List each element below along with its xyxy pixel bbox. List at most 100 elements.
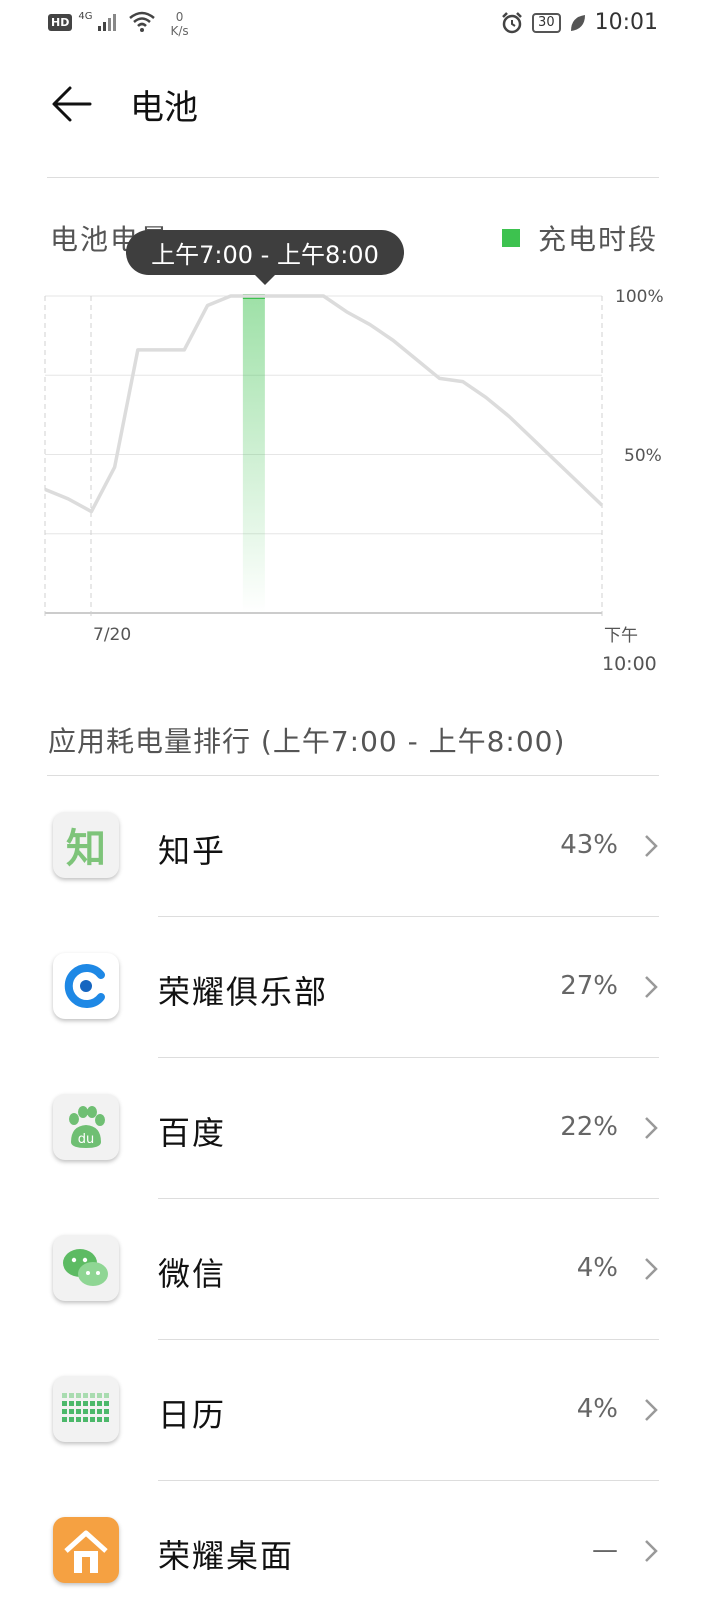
app-usage-list: 知 知乎 43% 荣耀俱乐部 27% du 百度 22% 微信 4% 日历 4%… <box>0 776 720 1622</box>
calendar-cell <box>76 1393 81 1398</box>
calendar-cell <box>97 1417 102 1422</box>
app-usage-item-baidu[interactable]: du 百度 22% <box>0 1058 720 1199</box>
honor-club-icon <box>53 953 119 1019</box>
battery-indicator: 30 <box>532 12 561 33</box>
calendar-cell <box>76 1417 81 1422</box>
chevron-right-icon <box>645 835 658 857</box>
status-bar: HD 4G 0 K/s 30 10:01 <box>0 0 720 48</box>
app-name: 知乎 <box>158 832 227 870</box>
app-usage-item-honor-club[interactable]: 荣耀俱乐部 27% <box>0 917 720 1058</box>
app-name: 荣耀俱乐部 <box>158 973 329 1011</box>
app-percent: 4% <box>576 1394 618 1424</box>
calendar-cell <box>90 1393 95 1398</box>
app-usage-item-calendar[interactable]: 日历 4% <box>0 1340 720 1481</box>
wechat-logo <box>63 1249 108 1286</box>
app-usage-item-honor-home[interactable]: 荣耀桌面 — <box>0 1481 720 1622</box>
calendar-cell <box>90 1401 95 1406</box>
header-divider <box>47 177 659 178</box>
hd-badge: HD <box>48 14 73 31</box>
net-speed: 0 K/s <box>170 10 188 38</box>
house-logo <box>64 1530 108 1573</box>
app-percent: — <box>592 1535 618 1565</box>
x-end-label-line1: 下午 <box>604 626 638 646</box>
calendar-cell <box>69 1393 74 1398</box>
calendar-cell <box>76 1401 81 1406</box>
chevron-right-icon <box>645 1540 658 1562</box>
back-arrow-icon[interactable] <box>50 82 94 126</box>
calendar-cell <box>62 1401 67 1406</box>
app-name: 荣耀桌面 <box>158 1537 295 1575</box>
app-usage-item-zhihu[interactable]: 知 知乎 43% <box>0 776 720 917</box>
app-percent: 43% <box>560 830 618 860</box>
calendar-cell <box>90 1409 95 1414</box>
battery-level-chart[interactable]: 100% 50% 7/20 下午 10:00 <box>0 280 720 680</box>
status-left: HD 4G 0 K/s <box>48 10 189 38</box>
calendar-cell <box>69 1417 74 1422</box>
chevron-right-icon <box>645 1258 658 1280</box>
alarm-icon <box>502 11 522 33</box>
y-tick-label-50: 50% <box>624 446 662 466</box>
calendar-cell <box>83 1401 88 1406</box>
chart-tooltip: 上午7:00 - 上午8:00 <box>126 230 404 285</box>
baidu-icon: du <box>53 1094 119 1160</box>
app-usage-item-wechat[interactable]: 微信 4% <box>0 1199 720 1340</box>
calendar-cell <box>83 1409 88 1414</box>
legend-label: 充电时段 <box>537 223 658 256</box>
calendar-cell <box>104 1417 109 1422</box>
app-percent: 4% <box>576 1253 618 1283</box>
app-name: 百度 <box>158 1114 227 1152</box>
x-end-label-line2: 10:00 <box>602 653 657 675</box>
calendar-cell <box>90 1417 95 1422</box>
signal-icon <box>98 14 117 31</box>
battery-level-line <box>44 294 604 514</box>
calendar-cell <box>62 1393 67 1398</box>
app-name: 微信 <box>158 1255 227 1293</box>
status-right: 30 10:01 <box>500 10 658 35</box>
calendar-cell <box>104 1393 109 1398</box>
calendar-cell <box>76 1409 81 1414</box>
chevron-right-icon <box>645 1399 658 1421</box>
calendar-cell <box>69 1409 74 1414</box>
wechat-icon <box>53 1235 119 1301</box>
calendar-grid-logo <box>62 1393 109 1422</box>
app-name: 日历 <box>158 1396 227 1434</box>
app-percent: 22% <box>560 1112 618 1142</box>
network-type: 4G <box>78 11 93 22</box>
calendar-cell <box>83 1393 88 1398</box>
calendar-cell <box>104 1409 109 1414</box>
wifi-icon <box>129 11 156 32</box>
chevron-right-icon <box>645 1117 658 1139</box>
leaf-icon <box>570 14 585 31</box>
chevron-right-icon <box>645 976 658 998</box>
honor-home-icon <box>53 1517 119 1583</box>
app-header: 电池 <box>0 60 720 160</box>
calendar-cell <box>83 1417 88 1422</box>
calendar-cell <box>62 1409 67 1414</box>
honor-club-logo <box>64 964 105 1008</box>
calendar-cell <box>97 1409 102 1414</box>
baidu-icon-text: du <box>78 1132 95 1147</box>
net-speed-value: 0 <box>175 10 184 24</box>
net-speed-unit: K/s <box>170 24 189 38</box>
calendar-icon <box>53 1376 119 1442</box>
charging-period-highlight[interactable] <box>242 294 265 613</box>
app-usage-ranking-title: 应用耗电量排行 (上午7:00 - 上午8:00) <box>48 725 566 758</box>
calendar-cell <box>97 1393 102 1398</box>
zhihu-icon-glyph: 知 <box>66 826 106 872</box>
zhihu-icon: 知 <box>53 812 119 878</box>
chart-legend: 充电时段 <box>501 218 658 258</box>
x-date-label: 7/20 <box>93 625 131 645</box>
charging-band[interactable] <box>242 296 265 613</box>
app-percent: 27% <box>560 971 618 1001</box>
calendar-cell <box>69 1401 74 1406</box>
calendar-cell <box>62 1417 67 1422</box>
chart-gridlines <box>44 295 603 619</box>
calendar-cell <box>104 1401 109 1406</box>
clock: 10:01 <box>594 10 658 35</box>
calendar-cell <box>97 1401 102 1406</box>
legend-swatch <box>501 229 520 247</box>
y-tick-label-100: 100% <box>615 287 664 307</box>
page-title: 电池 <box>130 88 198 128</box>
battery-line-series <box>44 294 604 514</box>
baidu-paw-logo: du <box>69 1106 105 1148</box>
